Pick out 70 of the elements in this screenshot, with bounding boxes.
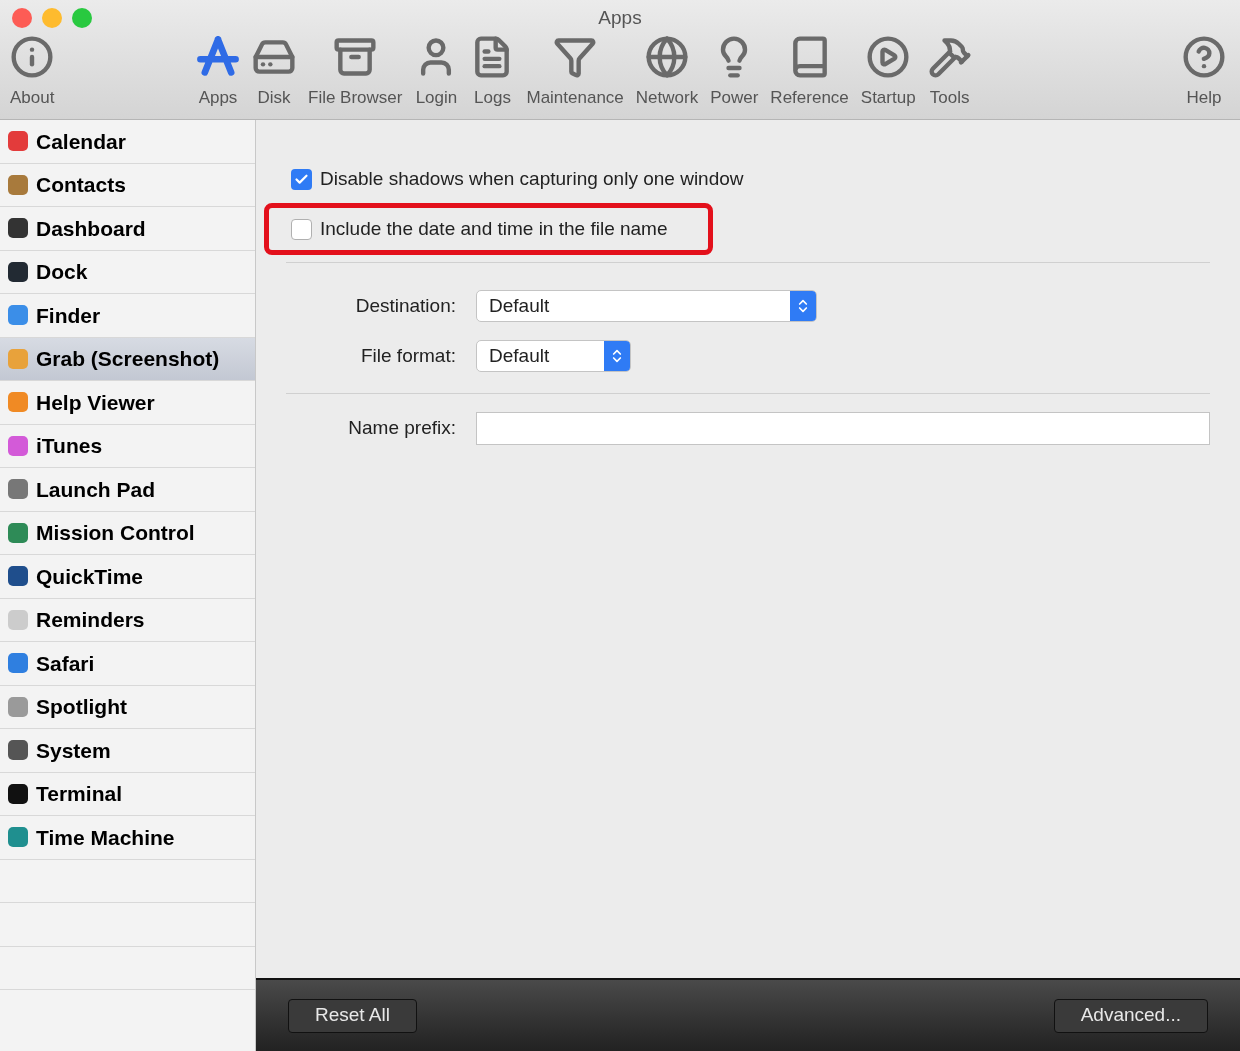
minimize-button[interactable] bbox=[42, 8, 62, 28]
sidebar-item[interactable]: Launch Pad bbox=[0, 468, 255, 512]
app-icon bbox=[8, 696, 28, 717]
app-icon bbox=[8, 392, 28, 413]
sidebar-item[interactable]: QuickTime bbox=[0, 555, 255, 599]
sidebar-item[interactable]: Terminal bbox=[0, 772, 255, 816]
sidebar-item[interactable]: Finder bbox=[0, 294, 255, 338]
help-icon bbox=[1182, 34, 1226, 79]
globe-icon bbox=[645, 34, 689, 79]
toolbar-button[interactable]: Disk bbox=[246, 34, 302, 110]
app-icon bbox=[8, 740, 28, 761]
sidebar-item[interactable]: Mission Control bbox=[0, 511, 255, 555]
reset-all-button[interactable]: Reset All bbox=[288, 998, 417, 1033]
app-icon bbox=[8, 479, 28, 500]
sidebar-item[interactable]: Time Machine bbox=[0, 816, 255, 860]
checkbox-label: Include the date and time in the file name bbox=[320, 216, 668, 241]
toolbar-button[interactable]: Logs bbox=[464, 34, 521, 110]
toolbar-button[interactable]: Reference bbox=[764, 34, 855, 110]
toolbar-button[interactable]: Tools bbox=[921, 34, 978, 110]
popup-button[interactable]: Default bbox=[476, 340, 631, 372]
sidebar-item[interactable]: Grab (Screenshot) bbox=[0, 337, 255, 381]
sidebar-item[interactable]: Reminders bbox=[0, 598, 255, 642]
sidebar-item[interactable]: Spotlight bbox=[0, 685, 255, 729]
app-icon bbox=[8, 653, 28, 674]
advanced-button[interactable]: Advanced... bbox=[1053, 998, 1208, 1033]
toolbar-button[interactable]: Startup bbox=[854, 34, 922, 110]
app-icon bbox=[8, 566, 28, 587]
play-icon bbox=[866, 34, 911, 79]
zoom-button[interactable] bbox=[72, 8, 92, 28]
letter-a-icon bbox=[196, 34, 240, 79]
sidebar-item[interactable]: System bbox=[0, 729, 255, 773]
stepper-arrows-icon bbox=[604, 341, 630, 371]
toolbar-button[interactable]: File Browser bbox=[302, 34, 409, 110]
app-icon bbox=[8, 827, 28, 848]
toolbar-button[interactable]: About bbox=[4, 34, 61, 110]
app-icon bbox=[8, 783, 28, 804]
field-label: Name prefix: bbox=[347, 416, 456, 441]
stepper-arrows-icon bbox=[790, 291, 816, 321]
checkbox-label: Disable shadows when capturing only one window bbox=[320, 166, 744, 191]
checkbox[interactable] bbox=[291, 218, 312, 240]
app-icon bbox=[8, 435, 28, 456]
app-icon bbox=[8, 348, 28, 369]
toolbar-button[interactable]: Maintenance bbox=[520, 34, 630, 110]
toolbar-button[interactable]: Login bbox=[408, 34, 465, 110]
sidebar-item[interactable]: iTunes bbox=[0, 424, 255, 468]
name-prefix-field[interactable] bbox=[476, 412, 1210, 445]
toolbar-button[interactable]: Network bbox=[629, 34, 705, 110]
sidebar-item[interactable]: Calendar bbox=[0, 120, 255, 164]
window-title: Apps bbox=[598, 5, 642, 30]
app-icon bbox=[8, 174, 28, 195]
app-icon bbox=[8, 218, 28, 239]
field-label: File format: bbox=[359, 343, 456, 368]
toolbar-button[interactable]: Apps bbox=[190, 34, 246, 110]
sidebar-item[interactable]: Dashboard bbox=[0, 207, 255, 251]
popup-button[interactable]: Default bbox=[476, 290, 817, 322]
app-icon bbox=[8, 609, 28, 630]
sidebar-item[interactable]: Contacts bbox=[0, 163, 255, 207]
app-icon bbox=[8, 305, 28, 326]
info-icon bbox=[10, 34, 55, 79]
toolbar-button[interactable]: Help bbox=[1176, 34, 1232, 110]
checkbox[interactable] bbox=[291, 168, 312, 190]
sidebar-item[interactable]: Safari bbox=[0, 642, 255, 686]
close-button[interactable] bbox=[12, 8, 32, 28]
sidebar-item[interactable]: Help Viewer bbox=[0, 381, 255, 425]
toolbar-button[interactable]: Power bbox=[704, 34, 765, 110]
app-icon bbox=[8, 522, 28, 543]
sidebar-item[interactable]: Dock bbox=[0, 250, 255, 294]
app-icon bbox=[8, 131, 28, 152]
app-icon bbox=[8, 261, 28, 282]
field-label: Destination: bbox=[354, 293, 456, 318]
